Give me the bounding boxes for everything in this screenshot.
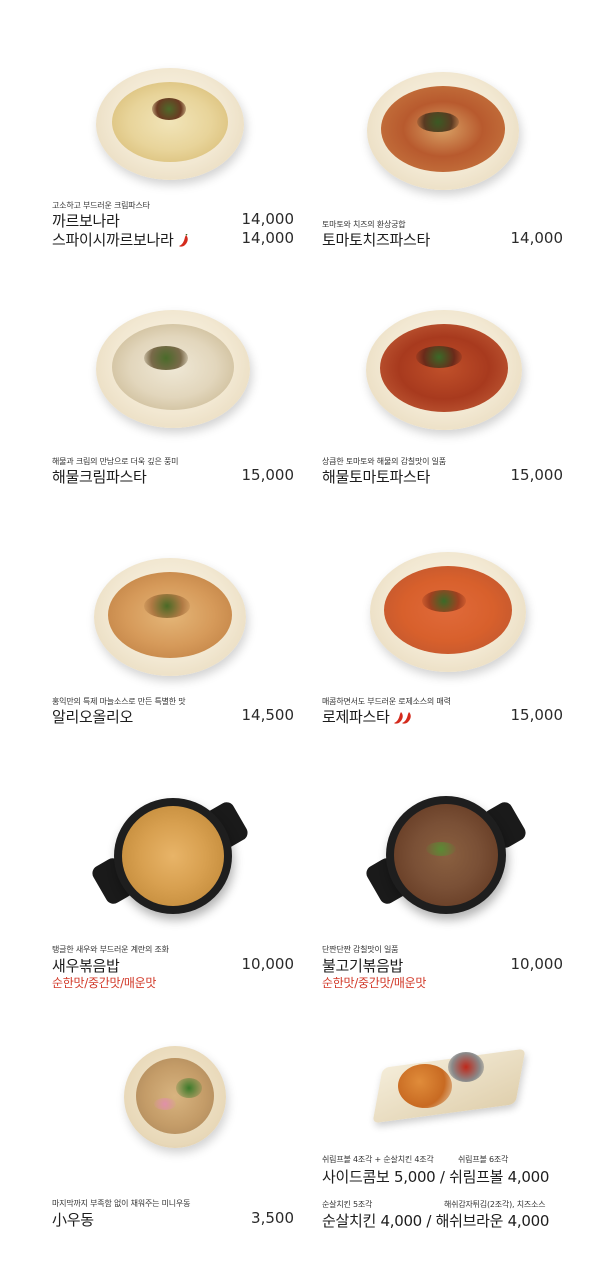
chicken-price: 4,000 xyxy=(380,1212,422,1230)
item-name: 토마토치즈파스타 xyxy=(322,231,431,249)
side-combo-image xyxy=(372,1048,526,1124)
shrimp-ball-description: 쉬림프볼 6조각 xyxy=(458,1155,509,1164)
item-price: 3,500 xyxy=(251,1209,294,1227)
hash-brown-description: 해쉬감자튀김(2조각), 치즈소스 xyxy=(444,1200,546,1209)
item-name: 로제파스타 xyxy=(322,706,412,727)
shrimp-fried-rice-image xyxy=(114,798,232,914)
shrimp-ball-name: 쉬림프볼 xyxy=(449,1168,504,1186)
item-name: 해물크림파스타 xyxy=(52,468,147,486)
item-price: 10,000 xyxy=(510,955,564,973)
item-name: 불고기볶음밥 xyxy=(322,957,404,975)
chicken-description: 순살치킨 5조각 xyxy=(322,1200,373,1209)
item-price-spicy: 14,000 xyxy=(241,229,295,247)
hash-brown-name: 해쉬브라운 xyxy=(435,1212,504,1230)
item-price: 15,000 xyxy=(510,466,564,484)
item-name: 알리오올리오 xyxy=(52,708,134,726)
hash-brown-price: 4,000 xyxy=(507,1212,550,1230)
item-name: 해물토마토파스타 xyxy=(322,468,431,486)
item-name-spicy-label: 스파이시까르보나라 xyxy=(52,231,174,249)
item-name-label: 로제파스타 xyxy=(322,708,390,726)
separator: / xyxy=(439,1168,445,1186)
side-row-2: 순살치킨 4,000 / 해쉬브라운 4,000 xyxy=(322,1210,549,1231)
chili-pepper-icon xyxy=(393,711,411,724)
item-description: 단짠단짠 감칠맛이 일품 xyxy=(322,945,399,954)
carbonara-image xyxy=(96,68,244,180)
item-price: 14,500 xyxy=(241,706,295,724)
item-name: 까르보나라 xyxy=(52,212,120,230)
tomato-cheese-pasta-image xyxy=(367,72,519,190)
shrimp-ball-price: 4,000 xyxy=(507,1168,550,1186)
chicken-name: 순살치킨 xyxy=(322,1212,377,1230)
item-price: 10,000 xyxy=(241,955,295,973)
item-name-spicy: 스파이시까르보나라 xyxy=(52,229,190,250)
chili-pepper-icon xyxy=(178,233,188,247)
item-price: 15,000 xyxy=(241,466,295,484)
spice-level-options: 순한맛/중간맛/매운맛 xyxy=(322,976,427,990)
combo-description: 쉬림프볼 4조각 + 순살치킨 4조각 xyxy=(322,1155,434,1164)
item-name: 새우볶음밥 xyxy=(52,957,120,975)
seafood-tomato-pasta-image xyxy=(366,310,522,430)
item-description: 탱글한 새우와 부드러운 계란의 조화 xyxy=(52,945,169,954)
bulgogi-fried-rice-image xyxy=(386,796,506,914)
item-price: 15,000 xyxy=(510,706,564,724)
mini-udon-image xyxy=(124,1046,226,1148)
item-price: 14,000 xyxy=(510,229,564,247)
seafood-cream-pasta-image xyxy=(96,310,250,428)
spice-level-options: 순한맛/중간맛/매운맛 xyxy=(52,976,157,990)
item-price: 14,000 xyxy=(241,210,295,228)
separator: / xyxy=(426,1212,432,1230)
side-row-1: 사이드콤보 5,000 / 쉬림프볼 4,000 xyxy=(322,1166,549,1187)
combo-price: 5,000 xyxy=(393,1168,436,1186)
item-name: 小우동 xyxy=(52,1211,94,1229)
aglio-olio-image xyxy=(94,558,246,676)
combo-name: 사이드콤보 xyxy=(322,1168,390,1186)
rose-pasta-image xyxy=(370,552,526,672)
item-description: 마지막까지 부족함 없이 채워주는 미니우동 xyxy=(52,1199,191,1208)
